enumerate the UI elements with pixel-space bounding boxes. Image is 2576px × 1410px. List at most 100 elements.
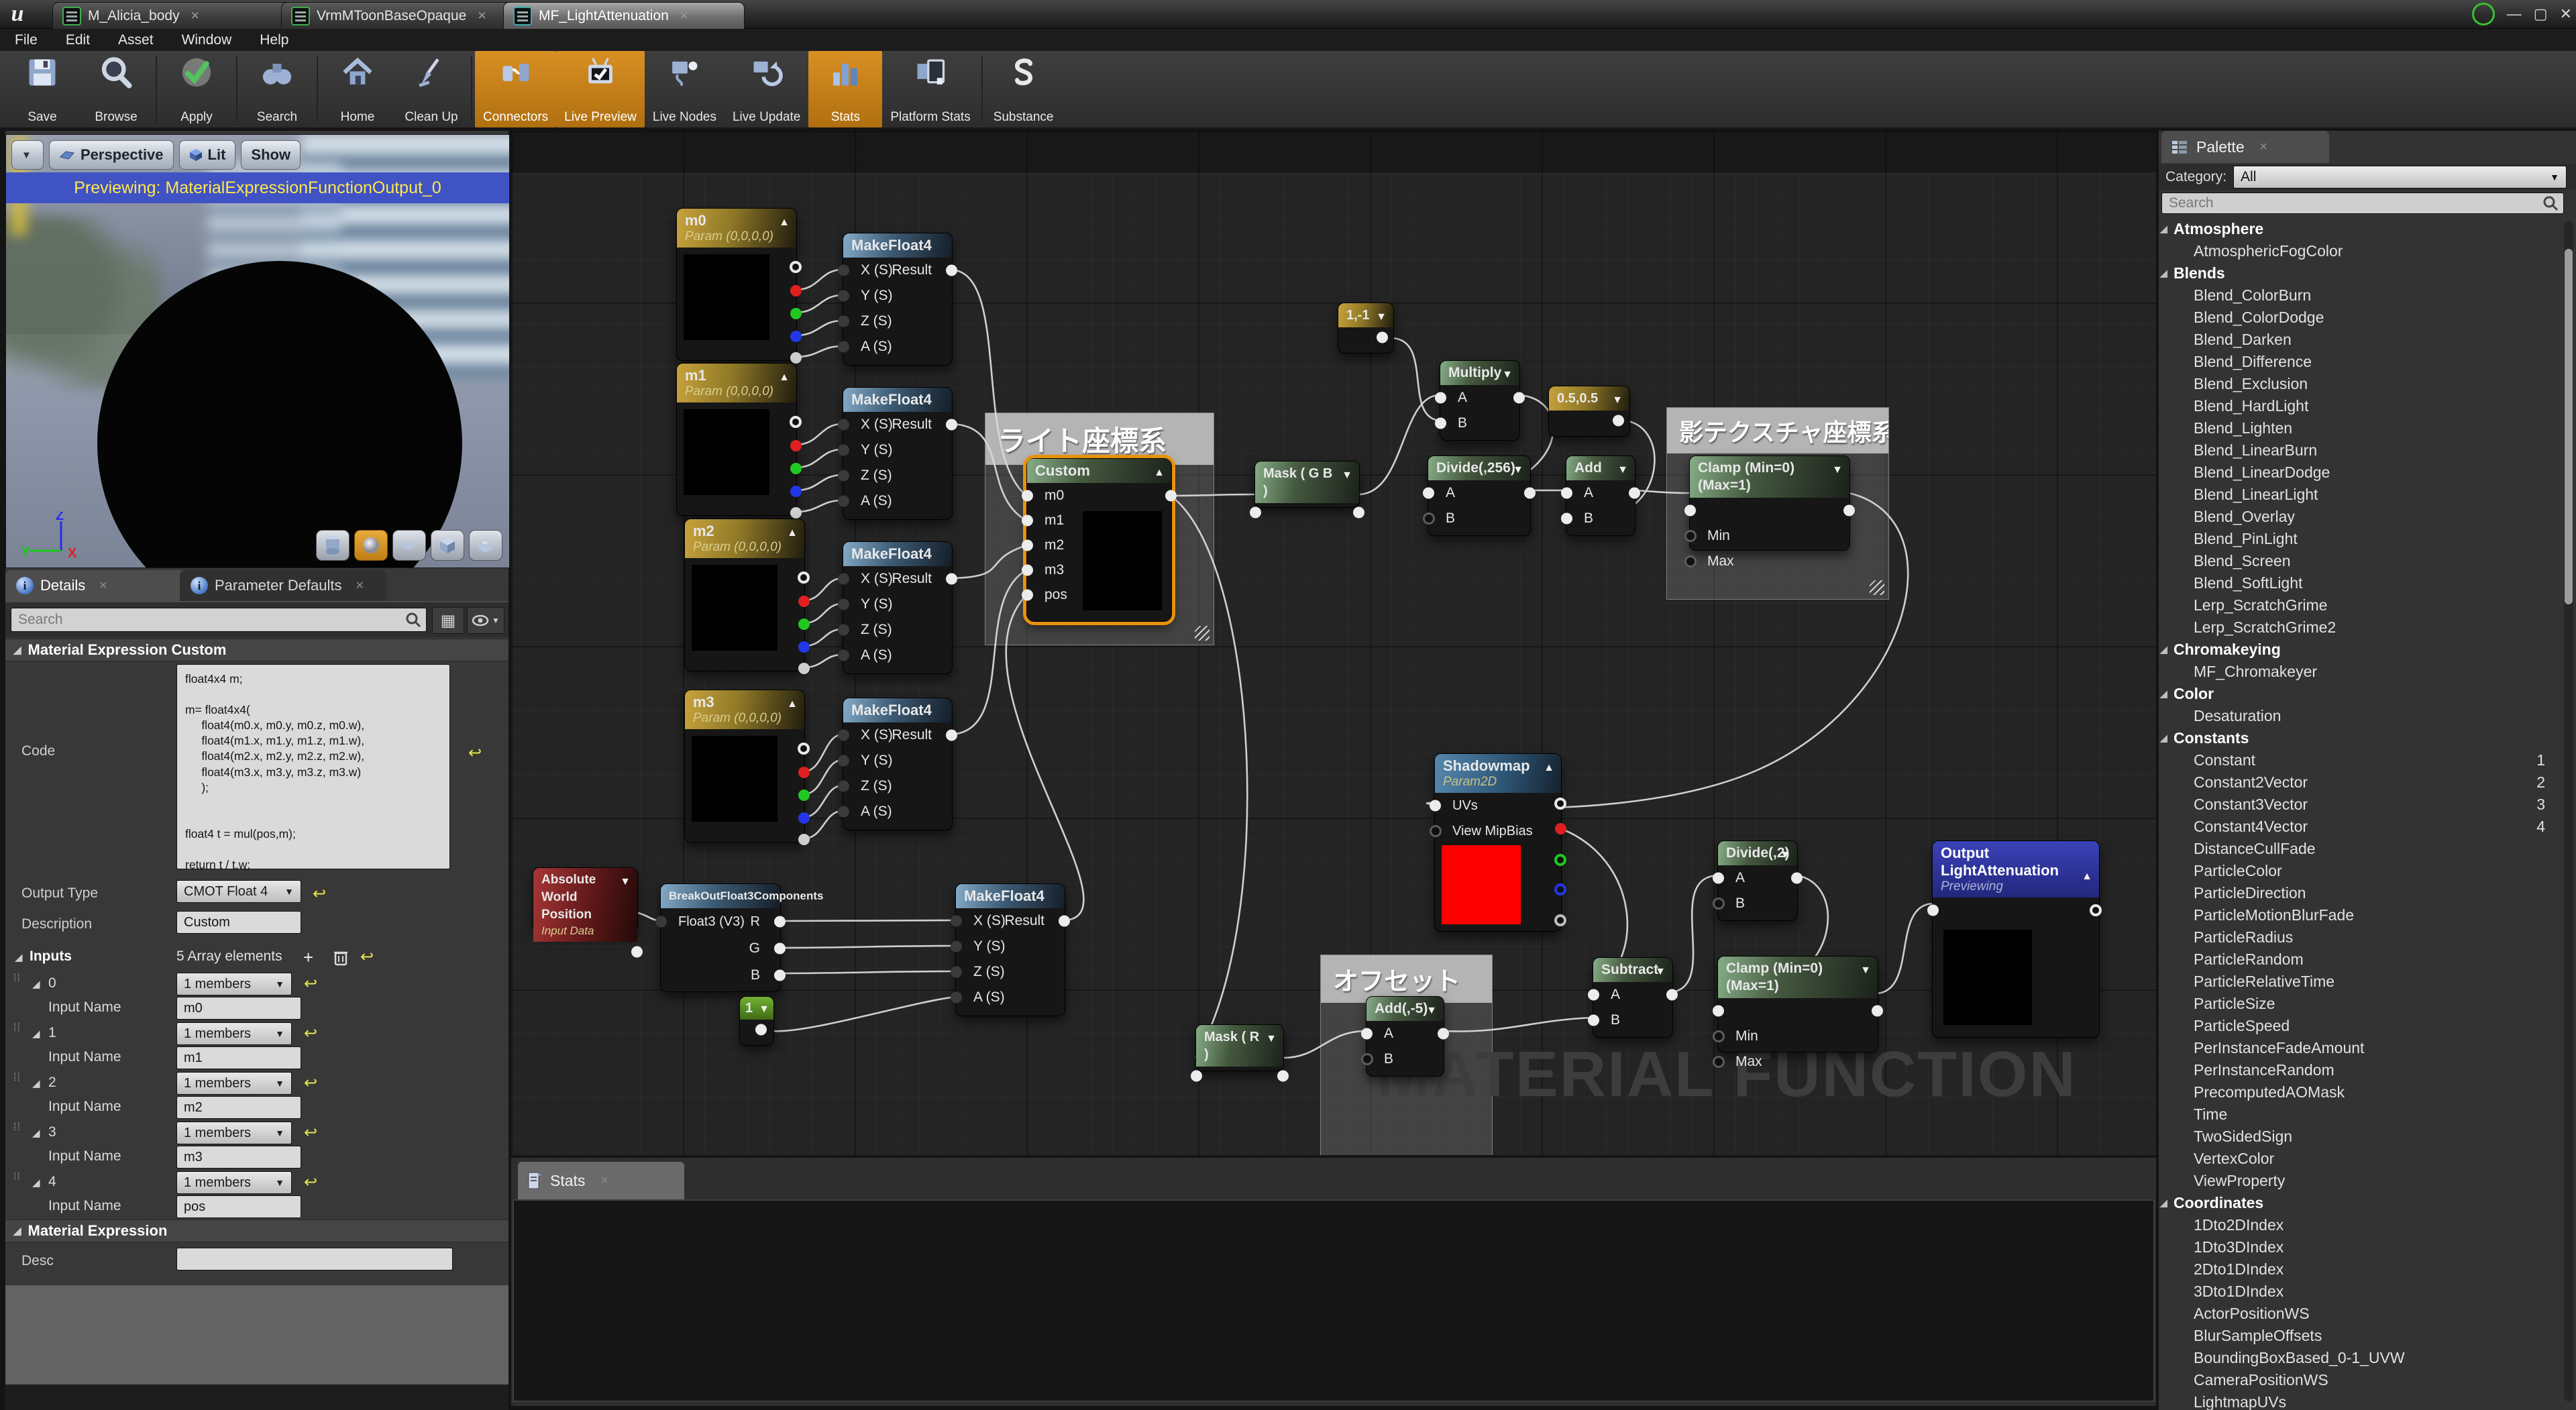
pin-output[interactable] bbox=[1438, 1028, 1449, 1040]
collapse-icon[interactable]: ▲ bbox=[1544, 759, 1554, 777]
pin-input-a[interactable] bbox=[1435, 392, 1446, 404]
close-icon[interactable]: ✕ bbox=[600, 1174, 608, 1187]
pin-input-m1[interactable] bbox=[1022, 514, 1033, 526]
pin-output-g[interactable] bbox=[798, 618, 810, 630]
param-node-m2[interactable]: m2Param (0,0,0,0)▲ bbox=[684, 519, 805, 671]
preview-shape-sphere-button[interactable] bbox=[354, 530, 388, 561]
pin-output-a[interactable] bbox=[798, 663, 810, 674]
pin-output[interactable] bbox=[1666, 989, 1678, 1001]
pin-input[interactable] bbox=[1713, 1006, 1724, 1017]
palette-entry[interactable]: ActorPositionWS bbox=[2159, 1303, 2561, 1325]
substance-button[interactable]: Substance bbox=[985, 51, 1062, 127]
palette-entry[interactable]: AtmosphericFogColor bbox=[2159, 240, 2561, 262]
input-element-row[interactable]: ⁞⁞◢31 members▼↩ bbox=[5, 1122, 508, 1144]
live-nodes-toggle[interactable]: Live Nodes bbox=[645, 51, 724, 127]
input-name-field[interactable] bbox=[176, 1046, 301, 1069]
add-neg5-node[interactable]: Add(,-5)▼ A B bbox=[1366, 996, 1444, 1077]
collapse-icon[interactable]: ▼ bbox=[1266, 1030, 1277, 1048]
palette-entry[interactable]: ViewProperty bbox=[2159, 1170, 2561, 1192]
pin-output-b[interactable] bbox=[798, 641, 810, 653]
pin-output[interactable] bbox=[946, 419, 957, 431]
pin-output-a[interactable] bbox=[1554, 914, 1566, 926]
makefloat4-node[interactable]: MakeFloat4 X (S)Result Y (S) Z (S) A (S) bbox=[955, 883, 1065, 1016]
pin-preview-eye[interactable] bbox=[798, 572, 810, 584]
param-node-m0[interactable]: m0Param (0,0,0,0)▲ bbox=[676, 208, 797, 361]
category-dropdown[interactable]: All▼ bbox=[2233, 166, 2567, 188]
perspective-button[interactable]: Perspective bbox=[49, 140, 174, 170]
reset-icon[interactable]: ↩ bbox=[304, 1073, 317, 1093]
palette-entry[interactable]: 2Dto1DIndex bbox=[2159, 1258, 2561, 1281]
lit-mode-button[interactable]: Lit bbox=[179, 140, 236, 170]
close-icon[interactable]: ✕ bbox=[680, 9, 689, 23]
resize-handle[interactable] bbox=[1195, 626, 1210, 641]
pin-output-a[interactable] bbox=[790, 352, 802, 364]
collapse-icon[interactable]: ▼ bbox=[1832, 462, 1843, 479]
collapse-icon[interactable]: ▼ bbox=[1376, 309, 1387, 326]
palette-search-input[interactable] bbox=[2161, 193, 2564, 214]
collapse-icon[interactable]: ▼ bbox=[1426, 1002, 1437, 1020]
palette-entry[interactable]: PerInstanceRandom bbox=[2159, 1059, 2561, 1081]
pin-output-b[interactable] bbox=[790, 486, 802, 497]
tab-stats[interactable]: Stats ✕ bbox=[518, 1162, 684, 1199]
collapse-icon[interactable]: ▲ bbox=[787, 525, 798, 542]
comment-title[interactable]: 影テクスチャ座標系 bbox=[1667, 408, 1888, 453]
drag-handle-icon[interactable]: ⁞⁞ bbox=[13, 1022, 21, 1034]
pin-input[interactable] bbox=[1191, 1071, 1202, 1082]
pin-input-uvs[interactable] bbox=[1430, 800, 1441, 812]
reset-icon[interactable]: ↩ bbox=[304, 974, 317, 993]
palette-entry[interactable]: Lerp_ScratchGrime2 bbox=[2159, 616, 2561, 639]
output-type-dropdown[interactable]: CMOT Float 4▼ bbox=[176, 880, 301, 903]
add-element-icon[interactable]: + bbox=[303, 947, 313, 968]
palette-entry[interactable]: Blend_Screen bbox=[2159, 550, 2561, 572]
menu-file[interactable]: File bbox=[15, 32, 38, 48]
palette-entry[interactable]: 1Dto2DIndex bbox=[2159, 1214, 2561, 1236]
shadowmap-texture-param-node[interactable]: ShadowmapParam2D▲ UVs View MipBias bbox=[1434, 753, 1562, 932]
close-icon[interactable]: ✕ bbox=[2259, 140, 2268, 154]
palette-entry[interactable]: 1Dto3DIndex bbox=[2159, 1236, 2561, 1258]
reset-icon[interactable]: ↩ bbox=[304, 1173, 317, 1192]
palette-entry[interactable]: ParticleMotionBlurFade bbox=[2159, 904, 2561, 926]
pin-preview-eye[interactable] bbox=[798, 743, 810, 755]
pin-input-view-mipbias[interactable] bbox=[1430, 825, 1442, 837]
pin-output-b[interactable] bbox=[774, 970, 786, 981]
resize-handle[interactable] bbox=[1870, 580, 1884, 595]
pin-input[interactable] bbox=[838, 755, 849, 767]
section-material-expression-custom[interactable]: ◢ Material Expression Custom bbox=[5, 639, 508, 661]
pin-output-g[interactable] bbox=[774, 943, 786, 955]
makefloat4-node[interactable]: MakeFloat4 X (S)Result Y (S) Z (S) A (S) bbox=[843, 387, 953, 520]
pin-output[interactable] bbox=[1872, 1006, 1883, 1017]
pin-input[interactable] bbox=[838, 650, 849, 661]
pin-input-b[interactable] bbox=[1588, 1015, 1599, 1026]
absolute-world-position-node[interactable]: Absolute World PositionInput Data▼ bbox=[533, 867, 638, 933]
pin-output[interactable] bbox=[1513, 392, 1525, 404]
input-element-row[interactable]: ⁞⁞◢21 members▼↩ bbox=[5, 1072, 508, 1095]
close-icon[interactable]: ✕ bbox=[191, 9, 200, 23]
pin-input[interactable] bbox=[838, 730, 849, 741]
pin-input-b[interactable] bbox=[1435, 418, 1446, 429]
pin-output-r[interactable] bbox=[1555, 823, 1566, 834]
input-name-field[interactable] bbox=[176, 1195, 301, 1218]
pin-output-r[interactable] bbox=[790, 440, 802, 451]
pin-input[interactable] bbox=[838, 290, 849, 302]
details-search-input[interactable] bbox=[11, 608, 427, 632]
palette-entry[interactable]: PrecomputedAOMask bbox=[2159, 1081, 2561, 1103]
palette-entry[interactable]: VertexColor bbox=[2159, 1148, 2561, 1170]
pin-input[interactable] bbox=[951, 967, 962, 978]
add-node[interactable]: Add▼ A B bbox=[1566, 455, 1635, 536]
stats-toggle[interactable]: Stats bbox=[808, 51, 882, 127]
pin-output[interactable] bbox=[946, 265, 957, 276]
pin-output-g[interactable] bbox=[798, 790, 810, 801]
palette-entry[interactable]: ParticleRelativeTime bbox=[2159, 971, 2561, 993]
close-icon[interactable]: ✕ bbox=[477, 9, 486, 23]
collapse-icon[interactable]: ▲ bbox=[779, 369, 790, 386]
asset-tab-m-alicia-body[interactable]: M_Alicia_body ✕ bbox=[52, 2, 291, 29]
pin-output[interactable] bbox=[1843, 505, 1855, 517]
pin-output[interactable] bbox=[1353, 507, 1364, 519]
menu-help[interactable]: Help bbox=[260, 32, 288, 48]
pin-output-b[interactable] bbox=[790, 331, 802, 342]
grid-view-button[interactable]: ▦ bbox=[432, 607, 464, 634]
pin-input[interactable] bbox=[838, 470, 849, 482]
palette-entry[interactable]: Desaturation bbox=[2159, 705, 2561, 727]
input-name-field[interactable] bbox=[176, 1146, 301, 1169]
show-menu-button[interactable]: Show bbox=[241, 140, 301, 170]
